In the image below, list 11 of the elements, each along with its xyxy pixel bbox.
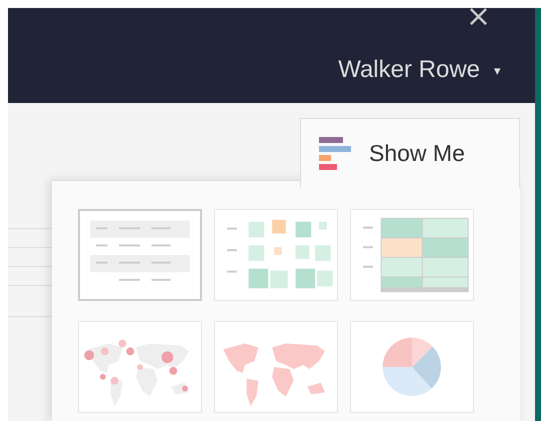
bar-chart-icon [319,136,351,170]
close-button[interactable]: × [466,8,491,26]
chart-type-option[interactable] [214,209,338,301]
chart-type-option[interactable] [78,209,202,301]
show-me-tab[interactable]: Show Me [300,118,520,188]
chart-type-option[interactable] [350,321,474,413]
user-name[interactable]: Walker Rowe [338,56,480,84]
caret-icon[interactable]: ▾ [494,62,501,78]
chart-type-option[interactable] [214,321,338,413]
chart-type-option[interactable] [78,321,202,413]
chart-type-option[interactable] [350,209,474,301]
